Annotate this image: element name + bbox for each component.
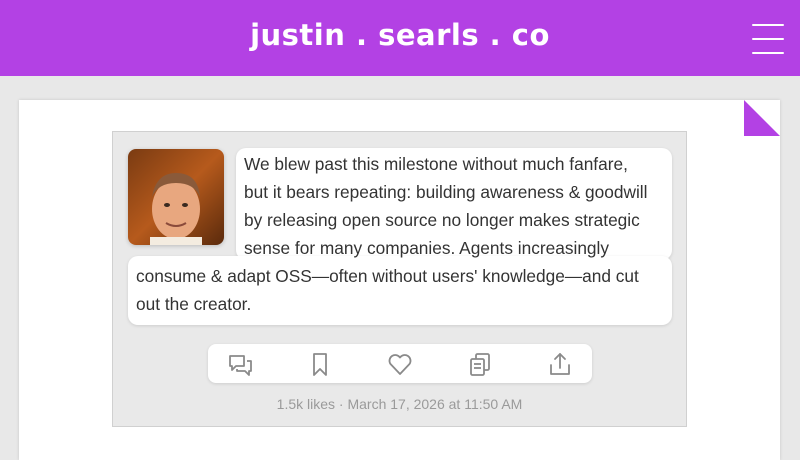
speech-bubbles-icon bbox=[229, 355, 252, 376]
post-action-bar bbox=[208, 344, 592, 383]
site-header: justin . searls . co bbox=[0, 0, 800, 76]
share-button[interactable] bbox=[534, 344, 584, 383]
post-bubble-top bbox=[236, 148, 672, 260]
site-title[interactable]: justin . searls . co bbox=[0, 18, 800, 52]
post-meta: 1.5k likes · March 17, 2026 at 11:50 AM bbox=[276, 396, 523, 412]
post-bubble-bottom bbox=[128, 256, 672, 325]
copy-button[interactable] bbox=[454, 344, 504, 383]
bookmark-icon bbox=[313, 353, 327, 376]
like-button[interactable] bbox=[374, 344, 424, 383]
hamburger-menu-icon[interactable] bbox=[750, 22, 786, 56]
copy-icon bbox=[470, 353, 490, 376]
avatar bbox=[128, 149, 224, 245]
comment-button[interactable] bbox=[214, 344, 264, 383]
page-corner-fold bbox=[744, 100, 780, 136]
bookmark-button[interactable] bbox=[294, 344, 344, 383]
share-icon bbox=[550, 353, 570, 375]
heart-icon bbox=[388, 354, 412, 375]
